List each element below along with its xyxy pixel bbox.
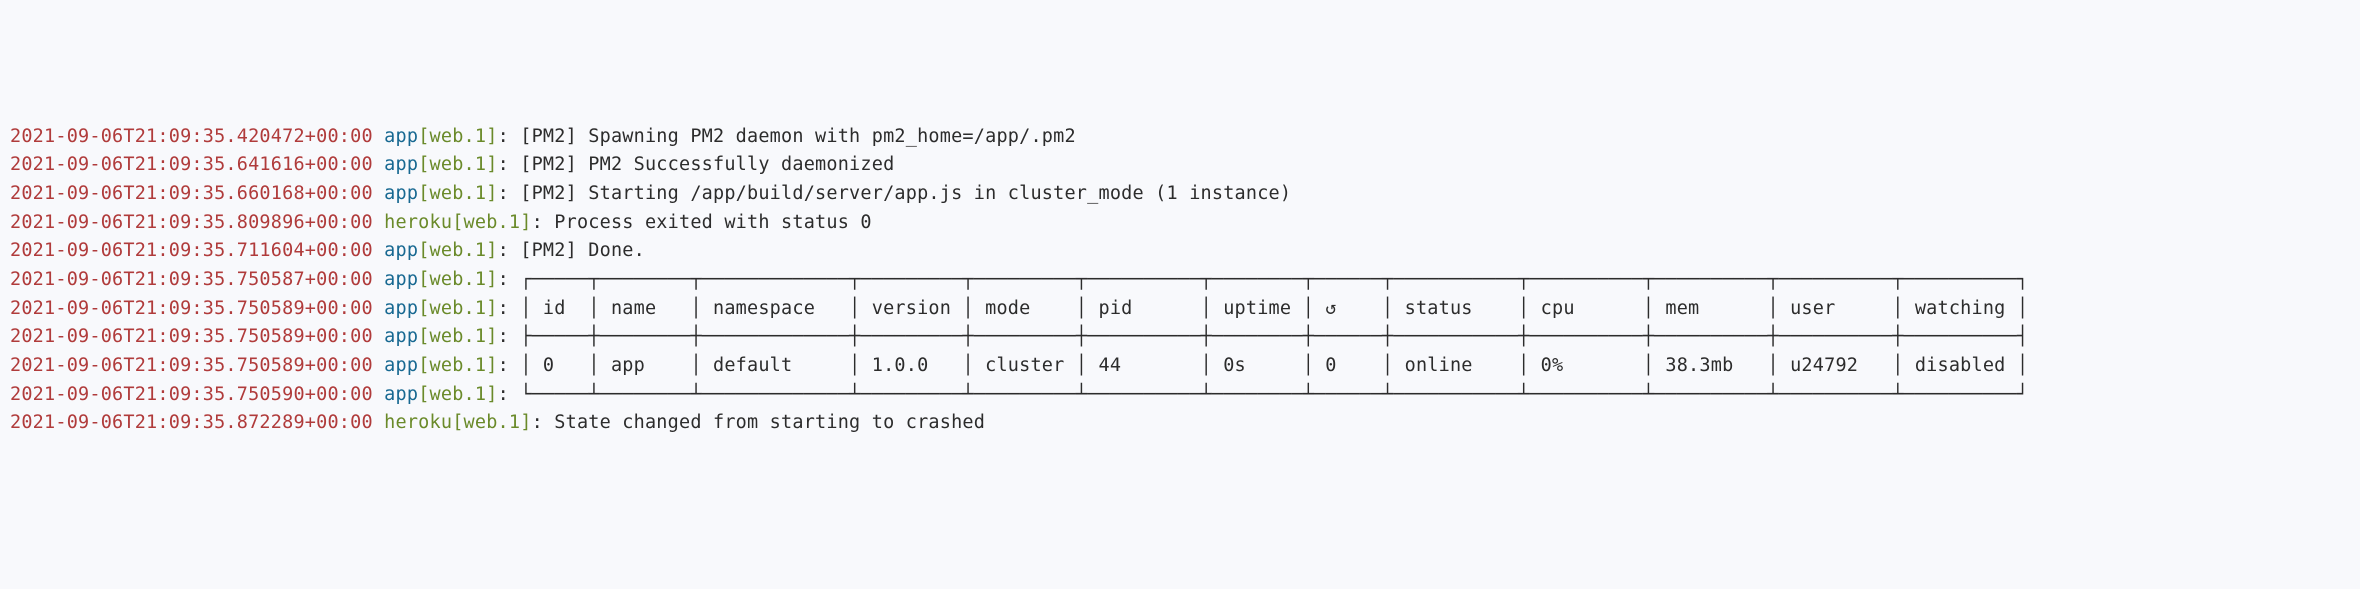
log-source: app bbox=[384, 298, 418, 319]
log-line: 2021-09-06T21:09:35.750589+00:00 app[web… bbox=[10, 323, 2350, 352]
log-dyno: [web.1] bbox=[418, 326, 497, 347]
log-message: │ id │ name │ namespace │ version │ mode… bbox=[520, 298, 2028, 319]
log-separator: : bbox=[498, 269, 521, 290]
log-timestamp: 2021-09-06T21:09:35.750589+00:00 bbox=[10, 355, 373, 376]
log-line: 2021-09-06T21:09:35.872289+00:00 heroku[… bbox=[10, 409, 2350, 438]
log-source: app bbox=[384, 384, 418, 405]
log-timestamp: 2021-09-06T21:09:35.872289+00:00 bbox=[10, 412, 373, 433]
log-timestamp: 2021-09-06T21:09:35.809896+00:00 bbox=[10, 212, 373, 233]
log-source: app bbox=[384, 269, 418, 290]
log-timestamp: 2021-09-06T21:09:35.750589+00:00 bbox=[10, 298, 373, 319]
log-line: 2021-09-06T21:09:35.750589+00:00 app[web… bbox=[10, 295, 2350, 324]
log-separator: : bbox=[498, 355, 521, 376]
log-timestamp: 2021-09-06T21:09:35.750589+00:00 bbox=[10, 326, 373, 347]
log-separator: : bbox=[498, 298, 521, 319]
log-dyno: [web.1] bbox=[418, 126, 497, 147]
log-separator: : bbox=[532, 412, 555, 433]
log-message: └─────┴────────┴─────────────┴─────────┴… bbox=[520, 384, 2028, 405]
log-line: 2021-09-06T21:09:35.660168+00:00 app[web… bbox=[10, 180, 2350, 209]
log-dyno: [web.1] bbox=[418, 240, 497, 261]
log-separator: : bbox=[498, 183, 521, 204]
log-message: [PM2] Spawning PM2 daemon with pm2_home=… bbox=[520, 126, 1076, 147]
log-line: 2021-09-06T21:09:35.711604+00:00 app[web… bbox=[10, 237, 2350, 266]
log-timestamp: 2021-09-06T21:09:35.641616+00:00 bbox=[10, 154, 373, 175]
log-dyno: [web.1] bbox=[452, 212, 531, 233]
log-message: ┌─────┬────────┬─────────────┬─────────┬… bbox=[520, 269, 2028, 290]
log-separator: : bbox=[498, 126, 521, 147]
log-line: 2021-09-06T21:09:35.809896+00:00 heroku[… bbox=[10, 209, 2350, 238]
log-message: Process exited with status 0 bbox=[554, 212, 871, 233]
log-separator: : bbox=[498, 240, 521, 261]
log-timestamp: 2021-09-06T21:09:35.711604+00:00 bbox=[10, 240, 373, 261]
log-dyno: [web.1] bbox=[418, 298, 497, 319]
log-message: [PM2] Done. bbox=[520, 240, 645, 261]
log-output: 2021-09-06T21:09:35.420472+00:00 app[web… bbox=[10, 123, 2350, 438]
log-message: ├─────┼────────┼─────────────┼─────────┼… bbox=[520, 326, 2028, 347]
log-dyno: [web.1] bbox=[418, 154, 497, 175]
log-source: app bbox=[384, 326, 418, 347]
log-line: 2021-09-06T21:09:35.750587+00:00 app[web… bbox=[10, 266, 2350, 295]
log-line: 2021-09-06T21:09:35.750589+00:00 app[web… bbox=[10, 352, 2350, 381]
log-timestamp: 2021-09-06T21:09:35.750590+00:00 bbox=[10, 384, 373, 405]
log-timestamp: 2021-09-06T21:09:35.420472+00:00 bbox=[10, 126, 373, 147]
log-dyno: [web.1] bbox=[418, 269, 497, 290]
log-message: [PM2] Starting /app/build/server/app.js … bbox=[520, 183, 1291, 204]
log-timestamp: 2021-09-06T21:09:35.660168+00:00 bbox=[10, 183, 373, 204]
log-separator: : bbox=[532, 212, 555, 233]
log-source: app bbox=[384, 355, 418, 376]
log-line: 2021-09-06T21:09:35.420472+00:00 app[web… bbox=[10, 123, 2350, 152]
log-separator: : bbox=[498, 154, 521, 175]
log-source: app bbox=[384, 183, 418, 204]
log-source: app bbox=[384, 240, 418, 261]
log-separator: : bbox=[498, 326, 521, 347]
log-source: heroku bbox=[384, 412, 452, 433]
log-message: State changed from starting to crashed bbox=[554, 412, 985, 433]
log-dyno: [web.1] bbox=[418, 355, 497, 376]
log-line: 2021-09-06T21:09:35.641616+00:00 app[web… bbox=[10, 151, 2350, 180]
log-timestamp: 2021-09-06T21:09:35.750587+00:00 bbox=[10, 269, 373, 290]
log-line: 2021-09-06T21:09:35.750590+00:00 app[web… bbox=[10, 381, 2350, 410]
log-dyno: [web.1] bbox=[418, 384, 497, 405]
log-dyno: [web.1] bbox=[418, 183, 497, 204]
log-message: [PM2] PM2 Successfully daemonized bbox=[520, 154, 894, 175]
log-separator: : bbox=[498, 384, 521, 405]
log-source: app bbox=[384, 154, 418, 175]
log-source: app bbox=[384, 126, 418, 147]
log-dyno: [web.1] bbox=[452, 412, 531, 433]
log-message: │ 0 │ app │ default │ 1.0.0 │ cluster │ … bbox=[520, 355, 2028, 376]
log-source: heroku bbox=[384, 212, 452, 233]
